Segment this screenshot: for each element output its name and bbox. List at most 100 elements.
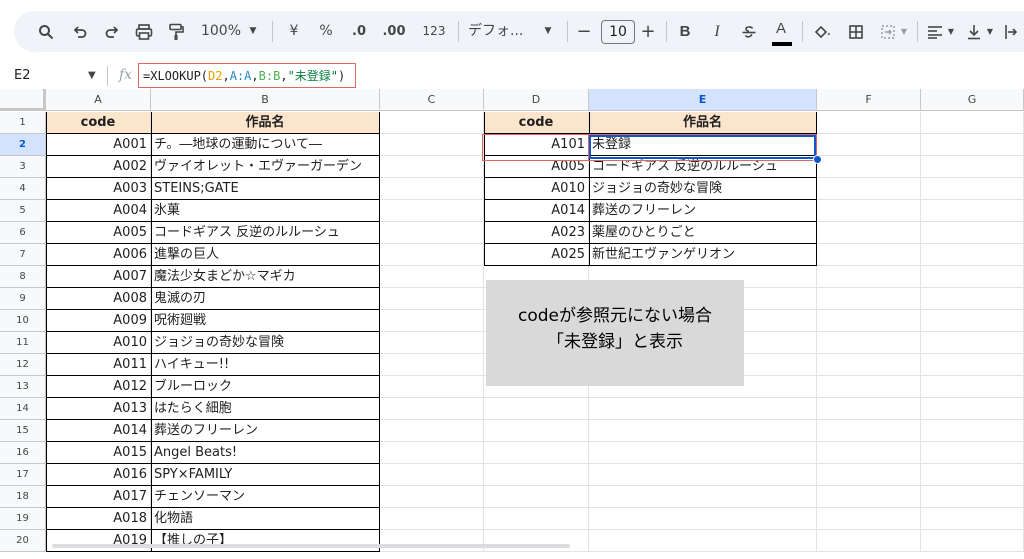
title-cell[interactable]: 葬送のフリーレン <box>589 200 817 222</box>
code-cell[interactable]: A014 <box>46 420 151 442</box>
column-header-b[interactable]: B <box>151 89 380 111</box>
font-select[interactable]: デフォ... <box>468 11 530 52</box>
grid-cell[interactable] <box>817 508 921 530</box>
grid-cell[interactable] <box>589 486 817 508</box>
increase-decimal-button[interactable]: .00 <box>379 11 409 52</box>
title-cell[interactable]: ジョジョの奇妙な冒険 <box>589 178 817 200</box>
grid-cell[interactable] <box>380 288 484 310</box>
column-header-c[interactable]: C <box>380 89 484 111</box>
grid-cell[interactable] <box>921 486 1024 508</box>
title-cell[interactable]: 鬼滅の刃 <box>151 288 380 310</box>
grid-cell[interactable] <box>817 398 921 420</box>
title-cell[interactable]: 薬屋のひとりごと <box>589 222 817 244</box>
grid-cell[interactable] <box>921 288 1024 310</box>
code-cell[interactable]: A002 <box>46 156 151 178</box>
column-header-a[interactable]: A <box>46 89 151 111</box>
row-header-18[interactable]: 18 <box>0 486 46 508</box>
grid-cell[interactable] <box>921 200 1024 222</box>
chevron-down-icon[interactable]: ▼ <box>246 11 260 52</box>
row-header-11[interactable]: 11 <box>0 332 46 354</box>
row-header-9[interactable]: 9 <box>0 288 46 310</box>
align-left-icon[interactable] <box>925 11 945 52</box>
grid-cell[interactable] <box>817 442 921 464</box>
code-cell[interactable]: A003 <box>46 178 151 200</box>
font-size-input[interactable]: 10 <box>601 20 635 44</box>
strikethrough-icon[interactable] <box>738 11 760 52</box>
row-header-3[interactable]: 3 <box>0 156 46 178</box>
grid-cell[interactable] <box>589 464 817 486</box>
grid-cell[interactable] <box>380 420 484 442</box>
grid-cell[interactable] <box>921 354 1024 376</box>
grid-cell[interactable] <box>484 442 589 464</box>
title-cell[interactable]: 化物語 <box>151 508 380 530</box>
grid-cell[interactable] <box>380 156 484 178</box>
borders-icon[interactable] <box>844 11 868 52</box>
grid-cell[interactable] <box>380 508 484 530</box>
redo-icon[interactable] <box>100 11 124 52</box>
title-cell[interactable]: チ。―地球の運動について― <box>151 134 380 156</box>
grid-cell[interactable] <box>484 420 589 442</box>
grid-cell[interactable] <box>921 134 1024 156</box>
grid-cell[interactable] <box>380 464 484 486</box>
row-header-10[interactable]: 10 <box>0 310 46 332</box>
spreadsheet-grid[interactable]: A B C D E F G 1 2 3 4 5 6 7 8 9 10 11 12 13 14 15 16 17 18 19 20 co… <box>0 89 1024 559</box>
code-cell[interactable]: A018 <box>46 508 151 530</box>
number-format-button[interactable]: 123 <box>419 11 449 52</box>
grid-cell[interactable] <box>817 530 921 552</box>
title-cell[interactable]: 進撃の巨人 <box>151 244 380 266</box>
title-cell[interactable]: チェンソーマン <box>151 486 380 508</box>
merge-cells-icon[interactable] <box>876 11 900 52</box>
grid-cell[interactable] <box>817 464 921 486</box>
code-cell[interactable]: A023 <box>484 222 589 244</box>
grid-cell[interactable] <box>380 398 484 420</box>
table-header[interactable]: 作品名 <box>589 112 817 134</box>
grid-cell[interactable] <box>817 332 921 354</box>
row-header-19[interactable]: 19 <box>0 508 46 530</box>
grid-cell[interactable] <box>589 442 817 464</box>
code-cell[interactable]: A016 <box>46 464 151 486</box>
grid-cell[interactable] <box>484 508 589 530</box>
row-header-5[interactable]: 5 <box>0 200 46 222</box>
grid-cell[interactable] <box>589 508 817 530</box>
code-cell[interactable]: A008 <box>46 288 151 310</box>
grid-cell[interactable] <box>380 376 484 398</box>
grid-cell[interactable] <box>921 464 1024 486</box>
currency-button[interactable]: ¥ <box>284 11 304 52</box>
grid-cell[interactable] <box>380 244 484 266</box>
chevron-down-icon[interactable]: ▼ <box>541 11 555 52</box>
vertical-align-bottom-icon[interactable] <box>964 11 984 52</box>
row-header-17[interactable]: 17 <box>0 464 46 486</box>
grid-cell[interactable] <box>921 244 1024 266</box>
grid-cell[interactable] <box>484 486 589 508</box>
grid-cell[interactable] <box>380 178 484 200</box>
row-header-15[interactable]: 15 <box>0 420 46 442</box>
grid-cell[interactable] <box>380 530 484 552</box>
grid-cell[interactable] <box>921 178 1024 200</box>
grid-cell[interactable] <box>817 200 921 222</box>
chevron-down-icon[interactable]: ▼ <box>898 11 910 52</box>
grid-cell[interactable] <box>589 420 817 442</box>
column-header-e[interactable]: E <box>589 89 817 111</box>
grid-cell[interactable] <box>380 266 484 288</box>
grid-cell[interactable] <box>921 442 1024 464</box>
code-cell[interactable]: A010 <box>46 332 151 354</box>
fill-color-icon[interactable] <box>810 11 834 52</box>
row-header-12[interactable]: 12 <box>0 354 46 376</box>
title-cell[interactable]: はたらく細胞 <box>151 398 380 420</box>
column-header-g[interactable]: G <box>921 89 1024 111</box>
row-header-14[interactable]: 14 <box>0 398 46 420</box>
grid-cell[interactable] <box>921 376 1024 398</box>
chevron-down-icon[interactable]: ▼ <box>945 11 957 52</box>
grid-cell[interactable] <box>380 354 484 376</box>
title-cell[interactable]: STEINS;GATE <box>151 178 380 200</box>
text-wrap-icon[interactable] <box>1002 11 1020 52</box>
grid-cell[interactable] <box>817 376 921 398</box>
column-header-f[interactable]: F <box>817 89 921 111</box>
title-cell[interactable]: ヴァイオレット・エヴァーガーデン <box>151 156 380 178</box>
table-header[interactable]: code <box>46 112 151 134</box>
grid-cell[interactable] <box>380 486 484 508</box>
title-cell[interactable]: ハイキュー!! <box>151 354 380 376</box>
grid-cell[interactable] <box>921 310 1024 332</box>
grid-cell[interactable] <box>921 332 1024 354</box>
grid-cell[interactable] <box>817 112 921 134</box>
